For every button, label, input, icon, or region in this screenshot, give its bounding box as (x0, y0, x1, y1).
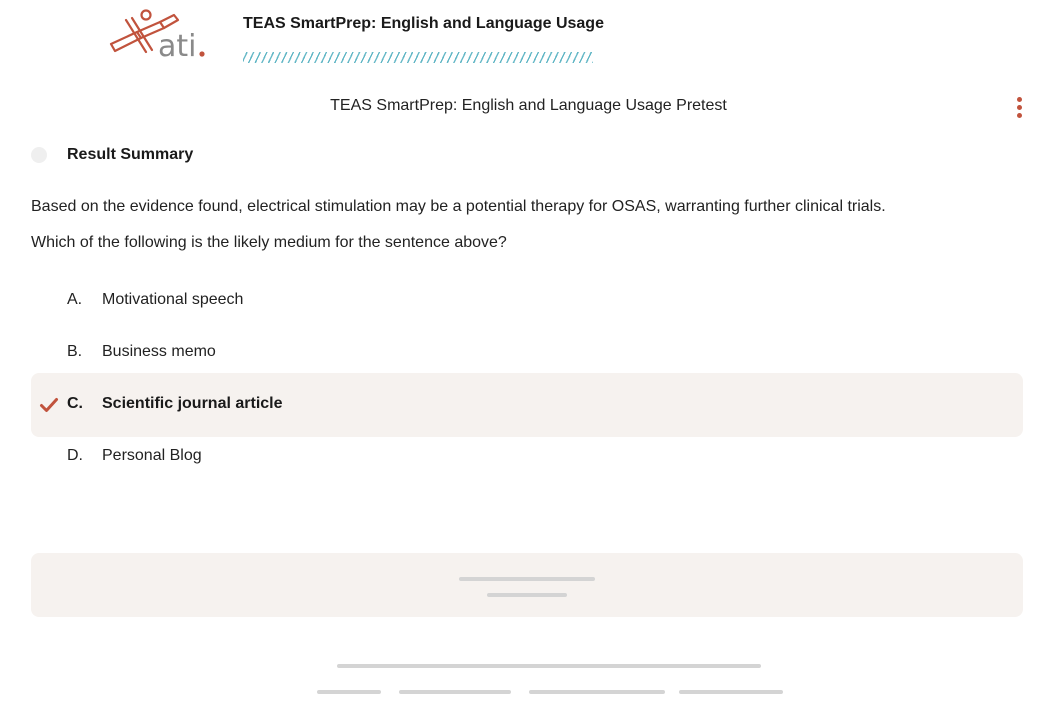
option-letter: A. (67, 291, 83, 308)
answer-option-d[interactable]: D. Personal Blog (31, 425, 1023, 489)
question-stem: Based on the evidence found, electrical … (31, 198, 886, 215)
assessment-title: TEAS SmartPrep: English and Language Usa… (330, 97, 727, 114)
option-letter: B. (67, 343, 83, 360)
more-options-button[interactable] (1008, 94, 1030, 122)
checkmark-icon (39, 395, 59, 415)
placeholder-line (317, 690, 381, 694)
result-summary-label: Result Summary (67, 146, 194, 163)
placeholder-line (337, 664, 761, 668)
more-vertical-icon-dot (1016, 113, 1022, 118)
rationale-panel-placeholder (31, 553, 1023, 617)
option-text: Personal Blog (102, 447, 202, 464)
option-text: Scientific journal article (102, 395, 283, 412)
title-stripes-decoration (243, 52, 593, 63)
result-summary-indicator (31, 147, 47, 163)
header: ati TEAS SmartPrep: English and Language… (0, 0, 1057, 80)
option-text: Motivational speech (102, 291, 244, 308)
option-text: Business memo (102, 343, 216, 360)
option-letter: C. (67, 395, 83, 412)
ati-logo: ati (108, 8, 208, 64)
question-prompt: Which of the following is the likely med… (31, 234, 507, 251)
placeholder-line (399, 690, 511, 694)
placeholder-line (487, 593, 567, 597)
placeholder-line (529, 690, 665, 694)
course-title: TEAS SmartPrep: English and Language Usa… (243, 15, 604, 32)
option-letter: D. (67, 447, 83, 464)
placeholder-line (679, 690, 783, 694)
svg-text:ati: ati (158, 29, 196, 62)
placeholder-line (459, 577, 595, 581)
more-vertical-icon (1016, 97, 1022, 102)
more-vertical-icon-dot (1016, 105, 1022, 110)
